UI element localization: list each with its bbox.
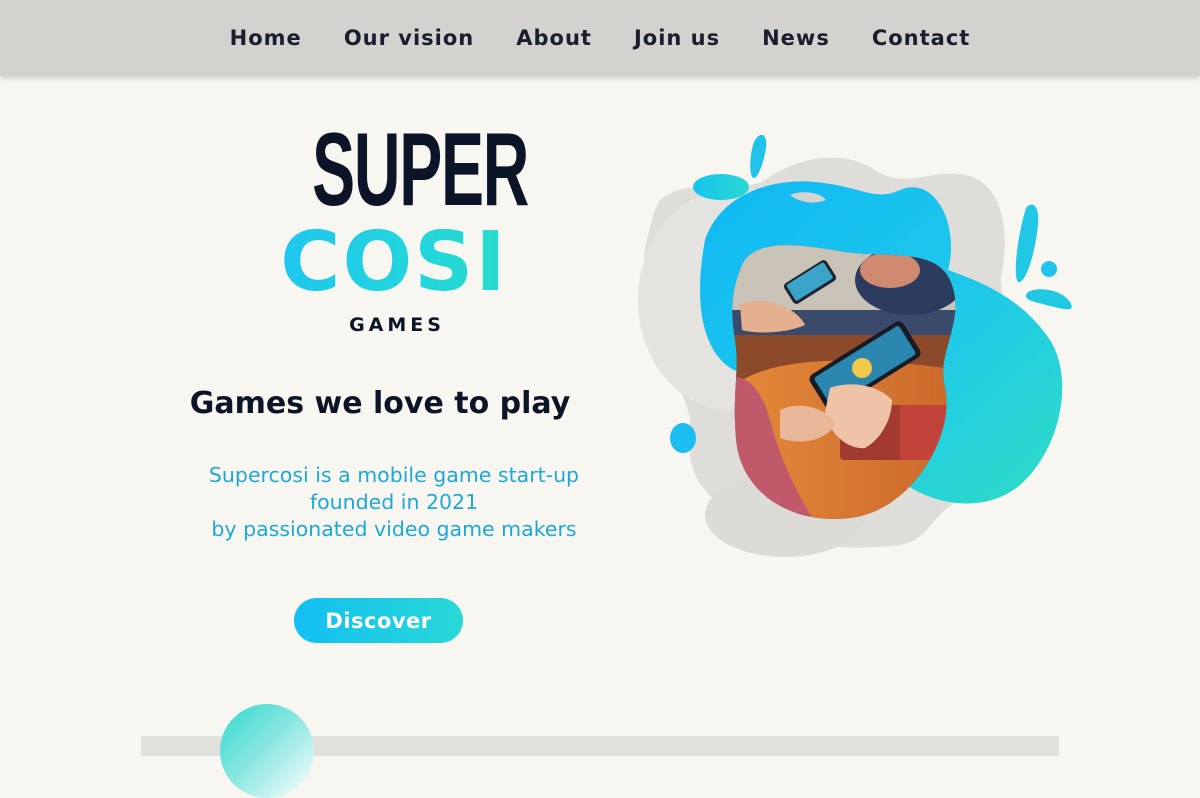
hero-illustration	[638, 134, 1072, 557]
nav-news[interactable]: News	[762, 26, 830, 50]
nav-our-vision[interactable]: Our vision	[344, 26, 474, 50]
droplet-shape	[750, 134, 767, 178]
droplet-shape	[1015, 204, 1039, 283]
logo-games-text: GAMES	[349, 314, 445, 336]
hero-description-line: founded in 2021	[309, 490, 479, 514]
nav-home[interactable]: Home	[230, 26, 302, 50]
nav-about[interactable]: About	[516, 26, 592, 50]
logo-super-text: SUPER	[312, 112, 529, 228]
decorative-circle	[220, 704, 314, 798]
nav-contact[interactable]: Contact	[872, 26, 971, 50]
logo-cosi-text: COSI	[262, 220, 526, 306]
hero-description-line: by passionated video game makers	[211, 517, 577, 541]
droplet-shape	[693, 174, 749, 200]
nav-join-us[interactable]: Join us	[634, 26, 720, 50]
top-navigation: Home Our vision About Join us News Conta…	[0, 0, 1200, 76]
supercosi-logo: SUPER COSI GAMES	[262, 112, 529, 348]
hero-tagline: Games we love to play	[189, 386, 571, 421]
droplet-shape	[1041, 261, 1057, 277]
droplet-shape	[1025, 289, 1072, 310]
hero-description-line: Supercosi is a mobile game start-up	[208, 463, 580, 487]
hero-description: Supercosi is a mobile game start-up foun…	[160, 462, 628, 543]
discover-button[interactable]: Discover	[294, 598, 463, 643]
droplet-shape	[670, 423, 696, 453]
